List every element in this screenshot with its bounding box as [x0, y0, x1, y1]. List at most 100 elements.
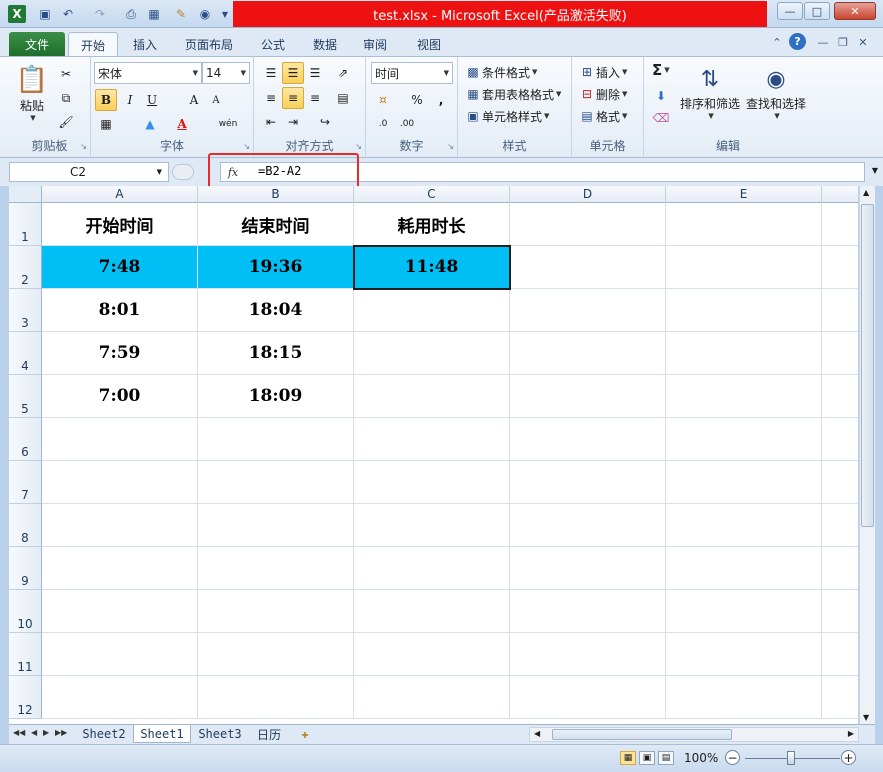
excel-logo-icon[interactable]: X — [8, 5, 26, 23]
empty-cell[interactable] — [42, 633, 198, 676]
camera-icon[interactable]: ◉ — [196, 5, 214, 23]
zoom-level[interactable]: 100% — [684, 751, 718, 765]
row-header-4[interactable]: 4 — [9, 332, 42, 375]
undo-icon[interactable]: ↶ — [58, 5, 78, 23]
empty-cell[interactable] — [354, 504, 510, 547]
empty-cell[interactable] — [822, 332, 858, 375]
empty-cell[interactable] — [510, 676, 666, 719]
table-icon[interactable]: ▦ — [144, 5, 164, 23]
sort-filter-button[interactable]: ⇅ 排序和筛选 ▼ — [680, 63, 740, 121]
column-header-a[interactable]: A — [42, 186, 198, 203]
fill-color-icon[interactable]: ▲ — [139, 113, 161, 135]
vertical-scroll-thumb[interactable] — [861, 204, 874, 527]
help-icon[interactable]: ? — [789, 33, 806, 50]
column-header-d[interactable]: D — [510, 186, 666, 203]
name-box[interactable]: C2 ▼ — [9, 162, 169, 182]
font-color-button[interactable]: A — [171, 113, 193, 135]
cell-b2[interactable]: 19:36 — [198, 246, 354, 289]
empty-cell[interactable] — [666, 418, 822, 461]
empty-cell[interactable] — [354, 418, 510, 461]
clear-icon[interactable]: ⌫ — [650, 107, 672, 129]
empty-cell[interactable] — [822, 289, 858, 332]
first-sheet-icon[interactable]: ◀◀ — [13, 728, 25, 737]
empty-cell[interactable] — [510, 633, 666, 676]
empty-cell[interactable] — [42, 418, 198, 461]
empty-cell[interactable] — [510, 375, 666, 418]
empty-cell[interactable] — [354, 332, 510, 375]
print-preview-icon[interactable]: ⎙ — [122, 5, 140, 23]
tab-formulas[interactable]: 公式 — [252, 32, 294, 56]
horizontal-scrollbar[interactable]: ◀ ▶ — [529, 727, 859, 742]
empty-cell[interactable] — [510, 246, 666, 289]
align-right-icon[interactable]: ≡ — [304, 87, 326, 109]
cell-b4[interactable]: 18:15 — [198, 332, 354, 375]
empty-cell[interactable] — [198, 504, 354, 547]
format-cells-button[interactable]: ▤ 格式 ▼ — [578, 107, 627, 125]
empty-cell[interactable] — [42, 547, 198, 590]
increase-indent-icon[interactable]: ⇥ — [282, 111, 304, 133]
cell-c1[interactable]: 耗用时长 — [354, 203, 510, 246]
workbook-close-icon[interactable]: ✕ — [854, 34, 872, 50]
cell-b1[interactable]: 结束时间 — [198, 203, 354, 246]
empty-cell[interactable] — [666, 289, 822, 332]
format-as-table-button[interactable]: ▦ 套用表格格式 ▼ — [464, 85, 561, 103]
empty-cell[interactable] — [354, 461, 510, 504]
empty-cell[interactable] — [354, 633, 510, 676]
empty-cell[interactable] — [42, 461, 198, 504]
row-header-7[interactable]: 7 — [9, 461, 42, 504]
scroll-up-icon[interactable]: ▲ — [863, 188, 869, 197]
tab-view[interactable]: 视图 — [408, 32, 450, 56]
grow-font-button[interactable]: A — [183, 89, 205, 111]
tab-data[interactable]: 数据 — [304, 32, 346, 56]
borders-icon[interactable]: ▦ — [95, 113, 117, 135]
empty-cell[interactable] — [354, 289, 510, 332]
empty-cell[interactable] — [354, 676, 510, 719]
dialog-launcher-icon[interactable]: ↘ — [355, 142, 362, 151]
empty-cell[interactable] — [822, 203, 858, 246]
new-sheet-icon[interactable]: ✚ — [293, 725, 317, 743]
fill-icon[interactable]: ⬇ — [650, 85, 672, 107]
formula-bar-splitter[interactable] — [172, 164, 194, 180]
row-header-2[interactable]: 2 — [9, 246, 42, 289]
tab-home[interactable]: 开始 — [68, 32, 118, 57]
prev-sheet-icon[interactable]: ◀ — [31, 728, 37, 737]
vertical-scrollbar[interactable]: ▲ ▼ — [859, 186, 875, 724]
select-all-corner[interactable] — [9, 186, 42, 203]
row-header-6[interactable]: 6 — [9, 418, 42, 461]
tab-file[interactable]: 文件 — [9, 32, 65, 56]
empty-cell[interactable] — [198, 633, 354, 676]
comma-button[interactable]: , — [430, 89, 452, 111]
italic-button[interactable]: I — [119, 89, 141, 111]
cell-a4[interactable]: 7:59 — [42, 332, 198, 375]
align-top-icon[interactable]: ☰ — [260, 62, 282, 84]
column-header-c[interactable]: C — [354, 186, 510, 203]
tab-review[interactable]: 审阅 — [354, 32, 396, 56]
format-painter-icon[interactable]: 🖌 — [55, 111, 77, 133]
orientation-icon[interactable]: ⇗ — [332, 62, 354, 84]
maximize-icon[interactable]: □ — [804, 2, 830, 20]
page-break-view-icon[interactable]: ▤ — [658, 751, 674, 765]
tab-insert[interactable]: 插入 — [124, 32, 166, 56]
phonetic-button[interactable]: wén — [213, 113, 243, 135]
empty-cell[interactable] — [822, 375, 858, 418]
underline-button[interactable]: U — [141, 89, 163, 111]
empty-cell[interactable] — [666, 547, 822, 590]
sheet-tab-calendar[interactable]: 日历 — [249, 725, 289, 743]
tab-page-layout[interactable]: 页面布局 — [174, 32, 244, 56]
empty-cell[interactable] — [42, 676, 198, 719]
empty-cell[interactable] — [510, 332, 666, 375]
zoom-slider-thumb[interactable] — [787, 751, 795, 765]
empty-cell[interactable] — [822, 504, 858, 547]
empty-cell[interactable] — [666, 676, 822, 719]
empty-cell[interactable] — [666, 375, 822, 418]
empty-cell[interactable] — [822, 676, 858, 719]
currency-icon[interactable]: ¤ — [372, 89, 394, 111]
scroll-right-icon[interactable]: ▶ — [848, 729, 854, 738]
shrink-font-button[interactable]: A — [205, 89, 227, 111]
next-sheet-icon[interactable]: ▶ — [43, 728, 49, 737]
find-select-button[interactable]: ◉ 查找和选择 ▼ — [746, 63, 806, 121]
cell-a2[interactable]: 7:48 — [42, 246, 198, 289]
empty-cell[interactable] — [510, 203, 666, 246]
column-header-e[interactable]: E — [666, 186, 822, 203]
merge-center-icon[interactable]: ▤ — [332, 87, 354, 109]
